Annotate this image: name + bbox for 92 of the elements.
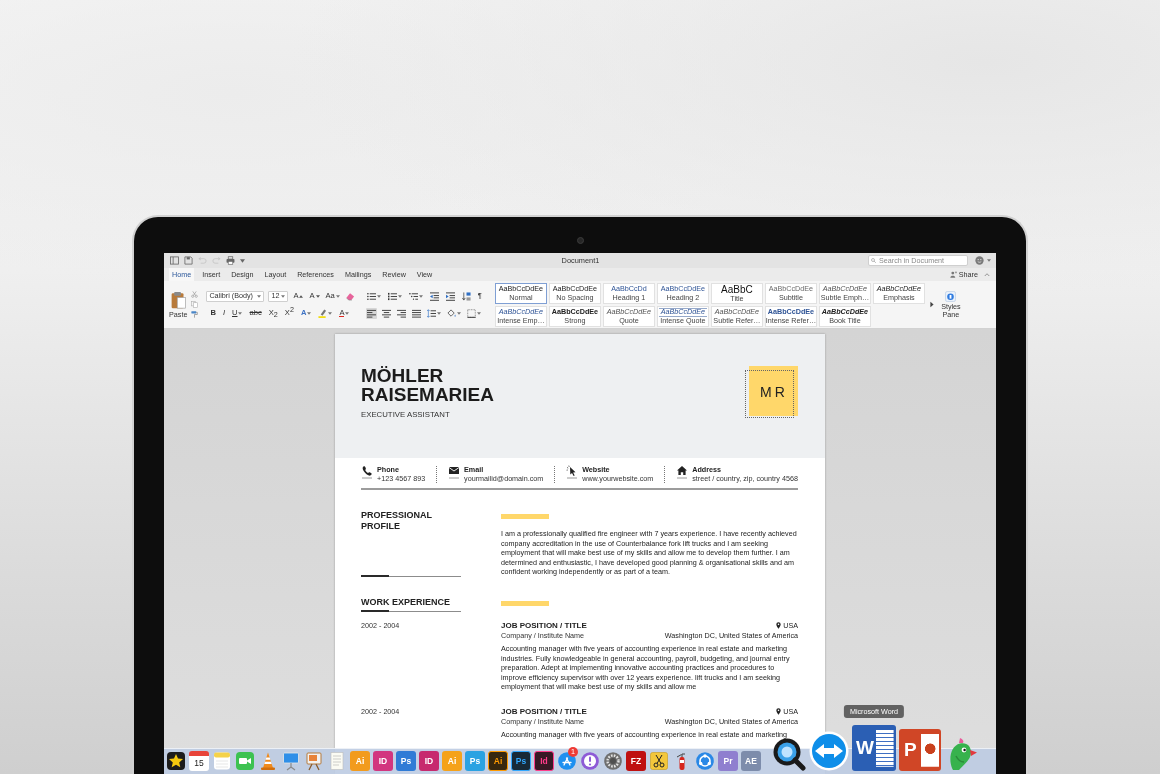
job-position: JOB POSITION / TITLE — [501, 706, 587, 717]
caret-icon — [257, 294, 262, 298]
align-right-button[interactable] — [395, 307, 407, 319]
highlighter-icon — [318, 308, 328, 318]
sidebar-icon[interactable] — [170, 256, 179, 265]
caret-icon — [397, 294, 402, 298]
caret-icon — [328, 311, 333, 315]
traffic-cone-icon[interactable] — [258, 751, 278, 771]
caret-up-icon — [299, 294, 304, 298]
envelope-icon — [448, 465, 461, 479]
justify-icon — [411, 308, 421, 318]
brush-icon[interactable] — [191, 311, 199, 318]
shading-button[interactable] — [445, 307, 462, 319]
caret-icon — [418, 294, 423, 298]
sync-circle-icon[interactable] — [695, 751, 715, 771]
multilevel-list-button[interactable] — [407, 290, 424, 302]
location-pin-icon — [776, 708, 782, 716]
save-icon[interactable] — [184, 256, 193, 265]
app-tile[interactable]: Ai — [488, 751, 508, 771]
phone-icon — [361, 465, 373, 479]
app-tile[interactable]: ID — [419, 751, 439, 771]
styles-pane-icon — [945, 290, 957, 302]
accent-bar — [501, 600, 549, 606]
scissors-box-icon[interactable] — [649, 751, 669, 771]
caret-icon — [345, 311, 350, 315]
app-tile[interactable]: Ps — [396, 751, 416, 771]
decrease-indent-button[interactable] — [428, 290, 440, 302]
align-center-icon — [381, 308, 391, 318]
house-icon — [676, 465, 689, 479]
resume-name: MÖHLER RAISEMARIEA — [361, 366, 494, 404]
person-plus-icon — [949, 271, 957, 278]
gear-icon[interactable] — [603, 751, 623, 771]
bullet-list-icon — [366, 291, 376, 301]
section-heading: WORK EXPERIENCE — [361, 596, 461, 612]
star-icon[interactable] — [166, 751, 186, 771]
presentation-board-icon[interactable] — [281, 751, 301, 771]
search-icon — [871, 258, 876, 263]
calendar-tile[interactable]: 15 — [189, 751, 209, 771]
line-spacing-icon — [426, 308, 436, 318]
multilevel-list-icon — [408, 291, 418, 301]
paint-bucket-icon — [446, 308, 456, 318]
caret-icon — [307, 311, 312, 315]
caret-icon — [456, 311, 461, 315]
app-tile[interactable]: FZ — [626, 751, 646, 771]
caret-icon[interactable] — [240, 258, 245, 263]
magnifier-icon[interactable] — [772, 737, 806, 771]
bullets-button[interactable] — [365, 290, 382, 302]
cursor-click-icon — [566, 465, 579, 479]
borders-button[interactable] — [465, 307, 482, 319]
caret-icon — [987, 259, 991, 262]
increase-indent-button[interactable] — [444, 290, 456, 302]
app-tile[interactable]: Id — [534, 751, 554, 771]
borders-icon — [466, 308, 476, 318]
decrease-indent-icon — [429, 291, 439, 301]
accent-bar — [501, 514, 549, 519]
align-left-button[interactable] — [365, 307, 377, 319]
caret-icon — [315, 294, 320, 298]
highlight-button[interactable] — [317, 307, 334, 319]
app-tile[interactable]: ID — [373, 751, 393, 771]
eraser-icon — [345, 291, 355, 301]
document-app-tile[interactable]: W — [852, 725, 896, 771]
caret-icon — [238, 311, 243, 315]
caret-icon — [436, 311, 441, 315]
job-position: JOB POSITION / TITLE — [501, 620, 587, 631]
caret-icon — [376, 294, 381, 298]
increase-indent-icon — [445, 291, 455, 301]
caret-icon — [281, 294, 286, 298]
location-pin-icon — [776, 622, 782, 630]
sort-icon — [461, 291, 471, 301]
line-spacing-button[interactable] — [425, 307, 442, 319]
align-left-icon — [366, 308, 376, 318]
justify-button[interactable] — [410, 307, 422, 319]
clipboard-icon — [170, 290, 186, 309]
app-store-icon[interactable] — [557, 751, 577, 771]
caret-icon — [335, 294, 340, 298]
easel-icon[interactable] — [304, 751, 324, 771]
printer-icon[interactable] — [226, 256, 235, 265]
align-center-button[interactable] — [380, 307, 392, 319]
numbered-list-icon — [387, 291, 397, 301]
chevron-right-icon[interactable] — [929, 301, 934, 308]
sort-button[interactable] — [460, 290, 472, 302]
numbering-button[interactable] — [386, 290, 403, 302]
monogram-badge: MR — [745, 366, 798, 418]
presentation-app-tile[interactable]: P — [899, 729, 941, 771]
section-heading: PROFESSIONAL PROFILE — [361, 510, 461, 577]
align-right-icon — [396, 308, 406, 318]
smiley-icon[interactable] — [975, 256, 984, 265]
app-tile[interactable]: Ps — [511, 751, 531, 771]
caret-icon — [476, 311, 481, 315]
video-camera-icon[interactable] — [235, 751, 255, 771]
camera-icon — [576, 237, 584, 244]
exclamation-icon[interactable] — [580, 751, 600, 771]
